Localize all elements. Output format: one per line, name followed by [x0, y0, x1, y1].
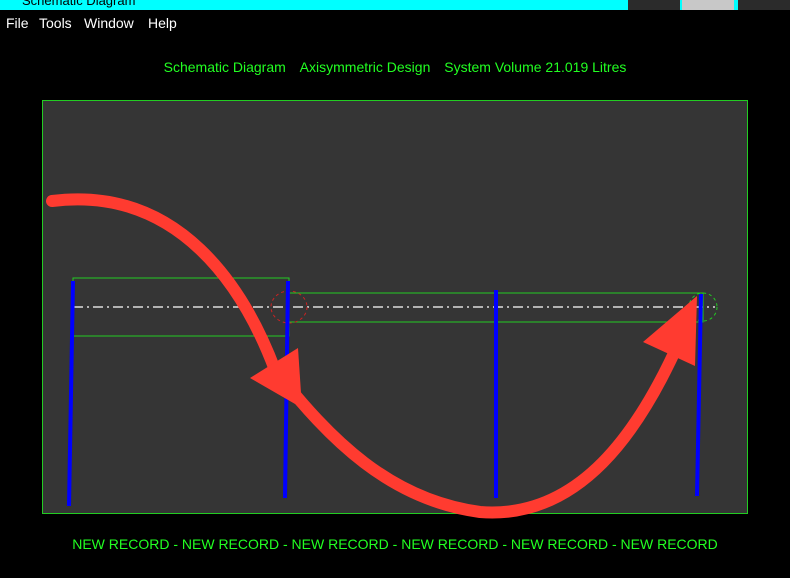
menu-window[interactable]: Window [84, 15, 134, 31]
window-title: Schematic Diagram [22, 0, 136, 8]
menu-help[interactable]: Help [148, 15, 177, 31]
schematic-panel[interactable] [42, 100, 748, 514]
minimize-button[interactable] [628, 0, 680, 10]
menu-file[interactable]: File [6, 15, 29, 31]
header-design-type: Axisymmetric Design [299, 59, 431, 75]
menu-bar: File Tools Window Help [0, 10, 790, 36]
close-button[interactable] [738, 0, 790, 10]
header-diagram-type: Schematic Diagram [163, 59, 286, 75]
diagram-header: Schematic Diagram Axisymmetric Design Sy… [0, 59, 790, 75]
menu-tools[interactable]: Tools [39, 15, 72, 31]
header-system-volume: System Volume 21.019 Litres [444, 59, 627, 75]
maximize-button[interactable] [682, 0, 734, 10]
footer-status: NEW RECORD - NEW RECORD - NEW RECORD - N… [72, 536, 718, 552]
title-bar: Schematic Diagram [0, 0, 790, 10]
